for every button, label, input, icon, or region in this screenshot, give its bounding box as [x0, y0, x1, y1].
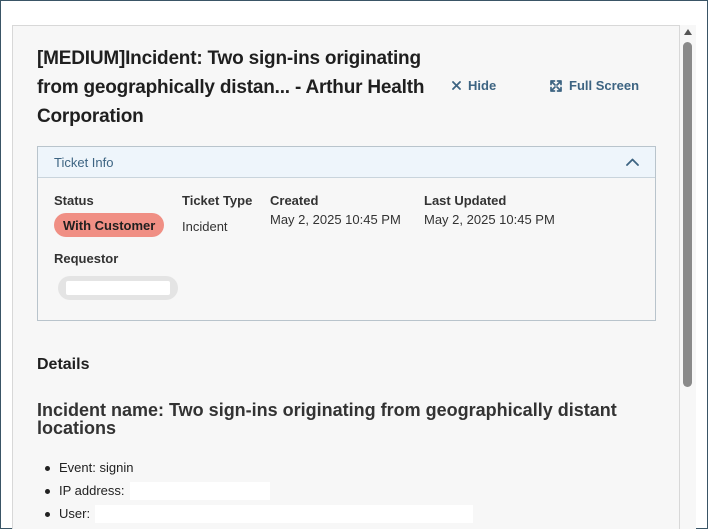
status-badge: With Customer	[54, 213, 165, 237]
vertical-scrollbar[interactable]	[680, 25, 696, 529]
chevron-up-icon[interactable]	[626, 158, 639, 166]
ticket-type-label: Ticket Type	[182, 193, 253, 208]
scroll-thumb[interactable]	[683, 42, 692, 387]
hide-button[interactable]: Hide	[452, 78, 496, 93]
full-screen-button[interactable]: Full Screen	[550, 78, 639, 93]
ip-address-redacted	[129, 481, 270, 500]
details-heading: Details	[37, 356, 90, 373]
incident-heading: Incident name: Two sign-ins originating …	[37, 400, 617, 438]
ip-address-item: IP address:	[59, 483, 125, 498]
list-item: Event: signin	[45, 456, 473, 479]
ticket-info-header[interactable]: Ticket Info	[38, 147, 655, 178]
incident-details-list: Event: signin IP address: User:	[45, 456, 474, 525]
status-label: Status	[54, 193, 94, 208]
last-updated-value: May 2, 2025 10:45 PM	[424, 212, 555, 227]
list-item: IP address:	[45, 479, 473, 502]
requestor-redacted	[66, 281, 170, 295]
last-updated-label: Last Updated	[424, 193, 507, 208]
expand-icon	[550, 79, 562, 92]
requestor-pill	[58, 276, 178, 300]
user-item: User:	[59, 506, 91, 521]
ticket-type-value: Incident	[182, 219, 228, 234]
created-label: Created	[270, 193, 319, 208]
created-value: May 2, 2025 10:45 PM	[270, 212, 401, 227]
window-frame: [MEDIUM]Incident: Two sign-ins originati…	[0, 0, 708, 529]
requestor-label: Requestor	[54, 251, 119, 266]
ticket-info-card: Ticket Info Status With Customer Ticket …	[37, 146, 656, 321]
full-screen-label: Full Screen	[569, 78, 640, 93]
event-item: Event: signin	[59, 460, 134, 475]
ticket-title: [MEDIUM]Incident: Two sign-ins originati…	[37, 48, 425, 127]
arrow-up-icon[interactable]	[684, 29, 692, 35]
user-redacted	[95, 504, 474, 523]
list-item: User:	[45, 502, 474, 525]
ticket-info-title: Ticket Info	[54, 154, 114, 170]
ticket-panel: [MEDIUM]Incident: Two sign-ins originati…	[12, 25, 680, 529]
close-icon	[452, 81, 461, 90]
hide-label: Hide	[468, 78, 497, 93]
